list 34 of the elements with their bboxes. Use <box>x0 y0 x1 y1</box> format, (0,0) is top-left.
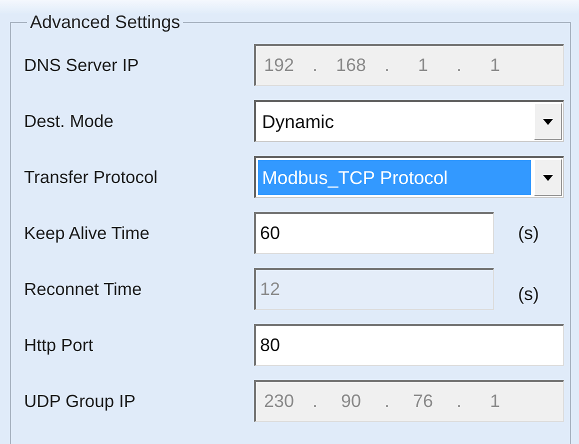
dropdown-arrow-button[interactable] <box>534 103 562 140</box>
ip-separator: . <box>311 55 318 76</box>
ip-octet: 1 <box>416 55 429 76</box>
field-label: Http Port <box>24 334 94 356</box>
caret-icon <box>543 118 553 124</box>
ip-separator: . <box>455 391 462 412</box>
ip-octet: 230 <box>262 391 296 412</box>
ip-separator: . <box>383 391 390 412</box>
field-label: UDP Group IP <box>24 390 137 412</box>
field-label: Transfer Protocol <box>24 166 159 188</box>
field-label: Keep Alive Time <box>24 222 150 244</box>
dropdown-value: Dynamic <box>261 110 335 134</box>
ip-octet: 76 <box>412 391 434 412</box>
unit-label: (s) <box>518 222 539 244</box>
dropdown-value: Modbus_TCP Protocol <box>258 160 531 195</box>
ip-octet: 1 <box>488 391 501 412</box>
dropdown[interactable]: Dynamic <box>254 100 564 142</box>
dropdown-arrow-button[interactable] <box>534 159 562 196</box>
ip-octet: 168 <box>334 55 368 76</box>
dropdown[interactable]: Modbus_TCP Protocol <box>254 156 564 198</box>
unit-label: (s) <box>518 282 539 304</box>
ip-octet: 1 <box>488 55 501 76</box>
ip-separator: . <box>455 55 462 76</box>
input-field[interactable]: 80 <box>254 324 564 366</box>
ip-octet: 192 <box>262 55 296 76</box>
input-field[interactable]: 60 <box>254 212 494 254</box>
ip-octet: 90 <box>340 391 362 412</box>
field-label: Dest. Mode <box>24 110 114 132</box>
field-label: DNS Server IP <box>24 54 140 76</box>
caret-icon <box>543 174 553 180</box>
ip-separator: . <box>311 391 318 412</box>
field-label: Reconnet Time <box>24 278 143 300</box>
group-title: Advanced Settings <box>29 12 182 33</box>
ip-separator: . <box>383 55 390 76</box>
